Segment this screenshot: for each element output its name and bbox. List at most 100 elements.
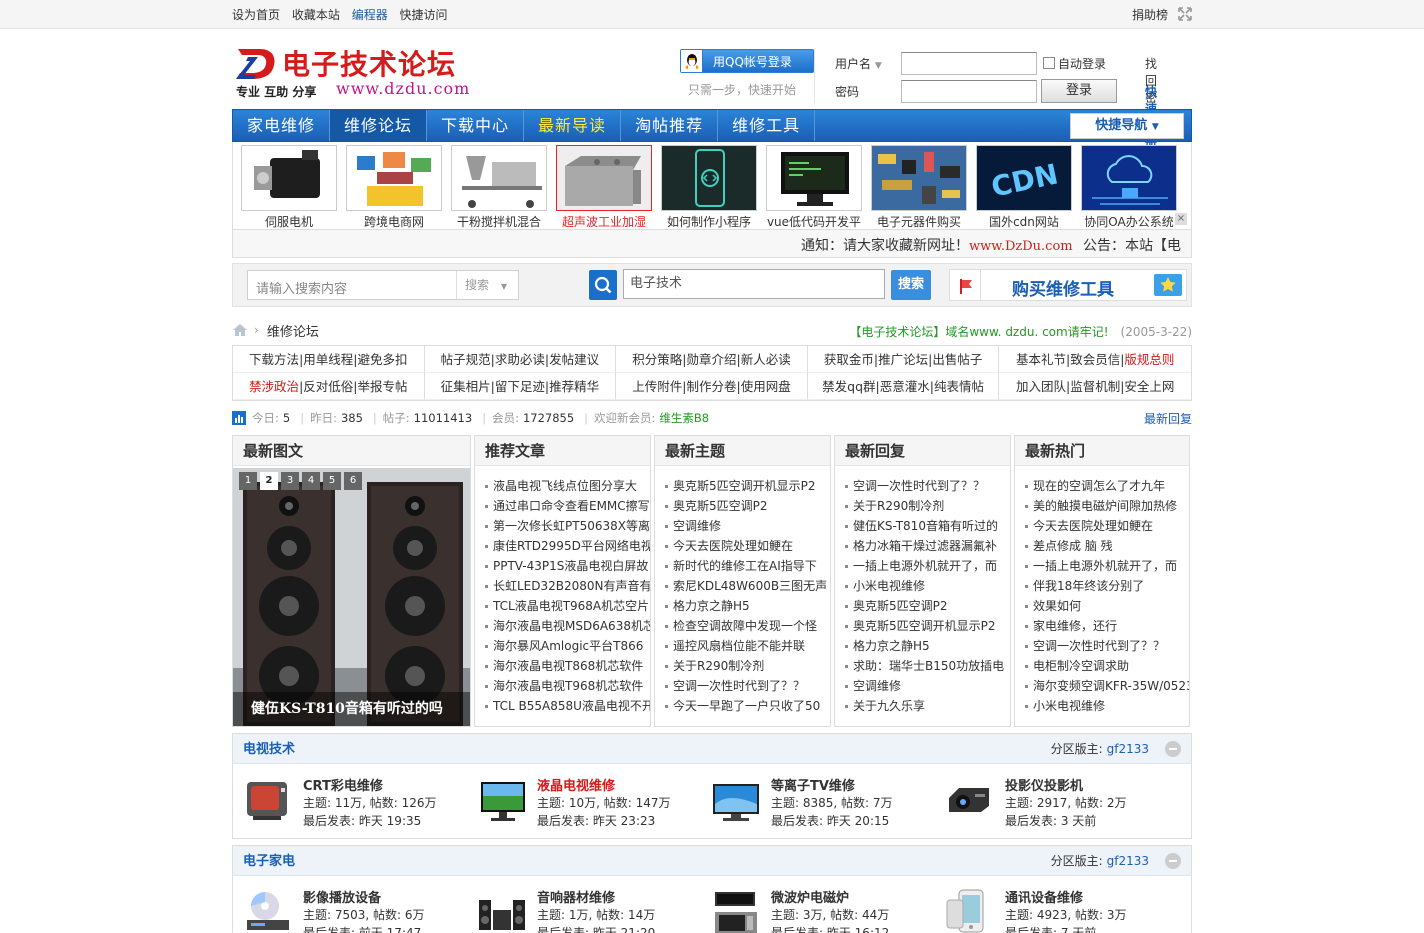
strip-caption[interactable]: 伺服电机 <box>241 213 337 230</box>
donate-link[interactable]: 捐助榜 <box>1132 6 1168 23</box>
thread-link[interactable]: 一插上电源外机就开了，而 <box>1023 556 1189 576</box>
announcement[interactable]: 公告：本站【电 <box>1083 235 1181 255</box>
forum-last-post[interactable]: 最后发表: 3 天前 <box>1005 812 1096 829</box>
forum-last-post[interactable]: 最后发表: 昨天 21:20 <box>537 924 655 933</box>
mixer-thumbnail[interactable] <box>451 145 547 211</box>
strip-caption[interactable]: vue低代码开发平 <box>766 213 862 230</box>
strip-caption[interactable]: 电子元器件购买 <box>871 213 967 230</box>
forum-name[interactable]: CRT彩电维修 <box>303 775 383 794</box>
rule-link-cell[interactable]: 加入团队|监督机制|安全上网 <box>999 373 1191 400</box>
thread-link[interactable]: 通过串口命令查看EMMC擦写 <box>483 496 650 516</box>
programmer-link[interactable]: 编程器 <box>352 8 388 22</box>
strip-item[interactable]: 如何制作小程序 <box>661 145 757 229</box>
rule-link-cell[interactable]: 征集相片|留下足迹|推荐精华 <box>424 373 617 400</box>
thread-link[interactable]: 一插上电源外机就开了，而 <box>843 556 1010 576</box>
thread-link[interactable]: 海尔暴风Amlogic平台T866 <box>483 636 650 656</box>
set-homepage-link[interactable]: 设为首页 <box>232 8 280 22</box>
thread-link[interactable]: 奥克斯5匹空调开机显示P2 <box>663 476 830 496</box>
nav-repair-tools[interactable]: 维修工具 <box>718 110 816 141</box>
strip-caption[interactable]: 超声波工业加湿 <box>556 213 652 230</box>
auto-login-checkbox[interactable]: 自动登录 <box>1043 55 1106 72</box>
username-input[interactable] <box>901 51 1037 75</box>
newest-member[interactable]: 维生素B8 <box>659 410 709 426</box>
thread-link[interactable]: 新时代的维修工在AI指导下 <box>663 556 830 576</box>
forum-last-post[interactable]: 最后发表: 前天 17:47 <box>303 924 421 933</box>
phone-icon[interactable] <box>945 886 995 933</box>
thread-link[interactable]: 海尔变频空调KFR-35W/0523 <box>1023 676 1189 696</box>
strip-item[interactable]: 跨境电商网 <box>346 145 442 229</box>
thread-link[interactable]: 索尼KDL48W600B三图无声 <box>663 576 830 596</box>
strip-caption[interactable]: 如何制作小程序 <box>661 213 757 230</box>
rule-link-cell[interactable]: 帖子规范|求助必读|发帖建议 <box>424 346 617 373</box>
thread-link[interactable]: PPTV-43P1S液晶电视白屏故 <box>483 556 650 576</box>
rule-link-cell[interactable]: 上传附件|制作分卷|使用网盘 <box>616 373 808 400</box>
servo-motor-thumbnail[interactable] <box>241 145 337 211</box>
microwave-icon[interactable] <box>711 886 761 933</box>
thread-link[interactable]: 海尔液晶电视T968机芯软件 <box>483 676 650 696</box>
forum-name[interactable]: 音响器材维修 <box>537 887 615 906</box>
strip-item[interactable]: vue低代码开发平 <box>766 145 862 229</box>
thread-link[interactable]: 关于R290制冷剂 <box>663 656 830 676</box>
forum-last-post[interactable]: 最后发表: 昨天 23:23 <box>537 812 655 829</box>
forum-name[interactable]: 液晶电视维修 <box>537 775 615 794</box>
thread-link[interactable]: 差点修成 脑 残 <box>1023 536 1189 556</box>
strip-item[interactable]: 协同OA办公系统 <box>1081 145 1177 229</box>
thread-link[interactable]: 电柜制冷空调求助 <box>1023 656 1189 676</box>
rule-link-cell[interactable]: 下载方法|用单线程|避免多扣 <box>233 346 425 373</box>
breadcrumb-current[interactable]: 维修论坛 <box>267 321 319 340</box>
nav-latest-guide[interactable]: 最新导读 <box>524 110 622 141</box>
slide-page-button[interactable]: 1 <box>239 472 257 490</box>
thread-link[interactable]: 小米电视维修 <box>1023 696 1189 716</box>
thread-link[interactable]: 空调一次性时代到了？？ <box>1023 636 1189 656</box>
strip-item[interactable]: 电子元器件购买 <box>871 145 967 229</box>
rule-link-cell[interactable]: 积分策略|勋章介绍|新人必读 <box>616 346 808 373</box>
quick-access-link[interactable]: 快捷访问 <box>400 8 448 22</box>
search-type-select[interactable]: 搜索 ▼ <box>456 271 518 299</box>
lcd-tv-icon[interactable] <box>477 774 527 824</box>
ecommerce-thumbnail[interactable] <box>346 145 442 211</box>
thread-link[interactable]: 今天一早跑了一户只收了50 <box>663 696 830 716</box>
strip-item[interactable]: 干粉搅拌机混合 <box>451 145 547 229</box>
strip-caption[interactable]: 跨境电商网 <box>346 213 442 230</box>
strip-caption[interactable]: 干粉搅拌机混合 <box>451 213 547 230</box>
bookmark-site-link[interactable]: 收藏本站 <box>292 8 340 22</box>
slide-page-button[interactable]: 3 <box>281 472 299 490</box>
thread-link[interactable]: 空调维修 <box>663 516 830 536</box>
thread-link[interactable]: 奥克斯5匹空调P2 <box>663 496 830 516</box>
forum-last-post[interactable]: 最后发表: 昨天 16:12 <box>771 924 889 933</box>
thread-link[interactable]: 液晶电视飞线点位图分享大 <box>483 476 650 496</box>
thread-link[interactable]: 遥控风扇档位能不能并联 <box>663 636 830 656</box>
category-title[interactable]: 电视技术 <box>243 742 295 757</box>
thread-link[interactable]: 奥克斯5匹空调开机显示P2 <box>843 616 1010 636</box>
thread-link[interactable]: 海尔液晶电视MSD6A638机芯 <box>483 616 650 636</box>
forum-last-post[interactable]: 最后发表: 7 天前 <box>1005 924 1096 933</box>
search-go-button[interactable]: 搜索 <box>891 270 931 300</box>
strip-item[interactable]: 伺服电机 <box>241 145 337 229</box>
strip-caption[interactable]: 国外cdn网站 <box>976 213 1072 230</box>
strip-item[interactable]: 超声波工业加湿 <box>556 145 652 229</box>
projector-icon[interactable] <box>945 774 995 824</box>
thread-link[interactable]: 康佳RTD2995D平台网络电视 <box>483 536 650 556</box>
dvd-player-icon[interactable] <box>243 886 293 933</box>
qq-login-button[interactable]: 用QQ帐号登录 <box>680 49 814 73</box>
buy-tools-banner[interactable]: 购买维修工具 <box>949 269 1187 301</box>
forum-name[interactable]: 微波炉电磁炉 <box>771 887 849 906</box>
thread-link[interactable]: 检查空调故障中发现一个怪 <box>663 616 830 636</box>
thread-link[interactable]: 长虹LED32B2080N有声音有 <box>483 576 650 596</box>
category-title[interactable]: 电子家电 <box>243 854 295 869</box>
rule-link-cell[interactable]: 禁发qq群|恶意灌水|纯表情帖 <box>807 373 1000 400</box>
thread-link[interactable]: 格力京之静H5 <box>663 596 830 616</box>
thread-link[interactable]: 效果如何 <box>1023 596 1189 616</box>
rule-link-cell[interactable]: 基本礼节|致会员信|版规总则 <box>999 346 1191 373</box>
thread-link[interactable]: 关于九久乐享 <box>843 696 1010 716</box>
nav-appliance-repair[interactable]: 家电维修 <box>233 110 331 141</box>
collapse-icon[interactable] <box>1165 853 1181 869</box>
username-label[interactable]: 用户名 ▼ <box>835 55 901 72</box>
thread-link[interactable]: 关于R290制冷剂 <box>843 496 1010 516</box>
strip-item[interactable]: CDN 国外cdn网站 <box>976 145 1072 229</box>
collapse-icon[interactable] <box>1165 741 1181 757</box>
speaker-icon[interactable] <box>477 886 527 933</box>
thread-link[interactable]: 奥克斯5匹空调P2 <box>843 596 1010 616</box>
home-icon[interactable] <box>232 323 248 337</box>
thread-link[interactable]: 第一次修长虹PT50638X等离 <box>483 516 650 536</box>
